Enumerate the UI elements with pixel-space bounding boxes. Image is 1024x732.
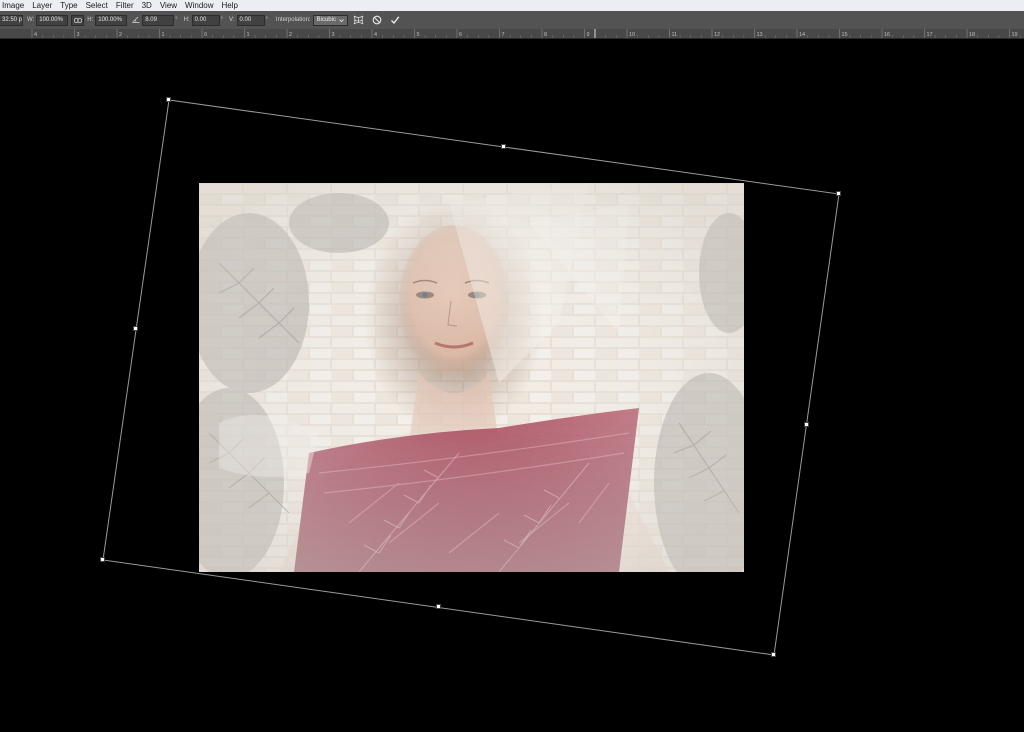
ruler-label: 6 [459,32,462,38]
transform-handle-bottom-right[interactable] [771,652,776,657]
ruler-label: 3 [77,32,80,38]
ruler-label: 2 [289,32,292,38]
ruler-label: 2 [119,32,122,38]
transform-options-bar: 32.50 px W: 100.00% H: 100.00% 8.09 ° H:… [0,11,1024,29]
ruler-label: 13 [757,32,763,38]
link-icon[interactable] [71,14,85,26]
menu-item-type[interactable]: Type [56,0,81,11]
transform-handle-top[interactable] [501,144,506,149]
ruler-label: 15 [842,32,848,38]
ruler-label: 0 [204,32,207,38]
h-skew-label: H: [183,17,190,23]
warp-icon[interactable] [352,13,366,27]
menu-item-window[interactable]: Window [181,0,217,11]
ruler-label: 4 [34,32,37,38]
ruler-label: 8 [544,32,547,38]
menu-item-filter[interactable]: Filter [112,0,138,11]
horizontal-ruler[interactable]: 4 3 2 1 0 1 2 3 4 5 6 7 8 9 10 11 12 13 14 15 16 17 18 19 [0,29,1024,39]
transform-handle-top-left[interactable] [166,97,171,102]
ruler-label: 19 [1012,32,1018,38]
menu-item-image[interactable]: Image [0,0,28,11]
v-skew-label: V: [229,17,235,23]
ruler-label: 11 [672,32,678,38]
menu-bar: Image Layer Type Select Filter 3D View Window He… [0,0,1024,11]
transform-handle-top-right[interactable] [836,191,841,196]
transform-handle-bottom[interactable] [436,604,441,609]
h-skew-unit: ° [220,17,224,23]
ruler-label: 4 [374,32,377,38]
interpolation-label: Interpolation: [275,17,311,23]
menu-item-select[interactable]: Select [82,0,112,11]
ruler-label: 1 [247,32,250,38]
interpolation-value: Bicubic [316,16,336,23]
double-exposure-photo [199,183,744,572]
transform-handle-bottom-left[interactable] [100,557,105,562]
angle-field[interactable]: 8.09 [142,14,175,26]
height-field[interactable]: 100.00% [95,14,128,26]
cancel-icon[interactable] [370,13,384,27]
ruler-label: 14 [799,32,805,38]
ruler-label: 9 [587,32,590,38]
menu-item-layer[interactable]: Layer [28,0,56,11]
chevron-down-icon [339,18,344,22]
width-label: W: [27,17,35,23]
ruler-label: 16 [884,32,890,38]
menu-item-help[interactable]: Help [218,0,242,11]
ruler-label: 1 [162,32,165,38]
width-field[interactable]: 100.00% [36,14,69,26]
ruler-label: 3 [332,32,335,38]
ruler-label: 7 [502,32,505,38]
transform-handle-right[interactable] [804,422,809,427]
ruler-label: 17 [927,32,933,38]
menu-item-view[interactable]: View [156,0,181,11]
checkmark-icon[interactable] [388,13,402,27]
height-label: H: [87,17,94,23]
x-position-field[interactable]: 32.50 px [0,14,23,26]
ruler-label: 5 [417,32,420,38]
ruler-label: 18 [969,32,975,38]
menu-item-3d[interactable]: 3D [138,0,156,11]
transform-handle-left[interactable] [133,326,138,331]
v-skew-unit: ° [265,17,268,23]
v-skew-field[interactable]: 0.00 [236,14,265,26]
ruler-label: 12 [714,32,720,38]
ruler-label: 10 [629,32,635,38]
layer-image[interactable] [199,183,744,572]
angle-icon [132,16,140,25]
angle-unit: ° [175,17,178,23]
interpolation-select[interactable]: Bicubic [312,14,348,26]
h-skew-field[interactable]: 0.00 [191,14,220,26]
document-canvas[interactable] [0,39,1024,732]
